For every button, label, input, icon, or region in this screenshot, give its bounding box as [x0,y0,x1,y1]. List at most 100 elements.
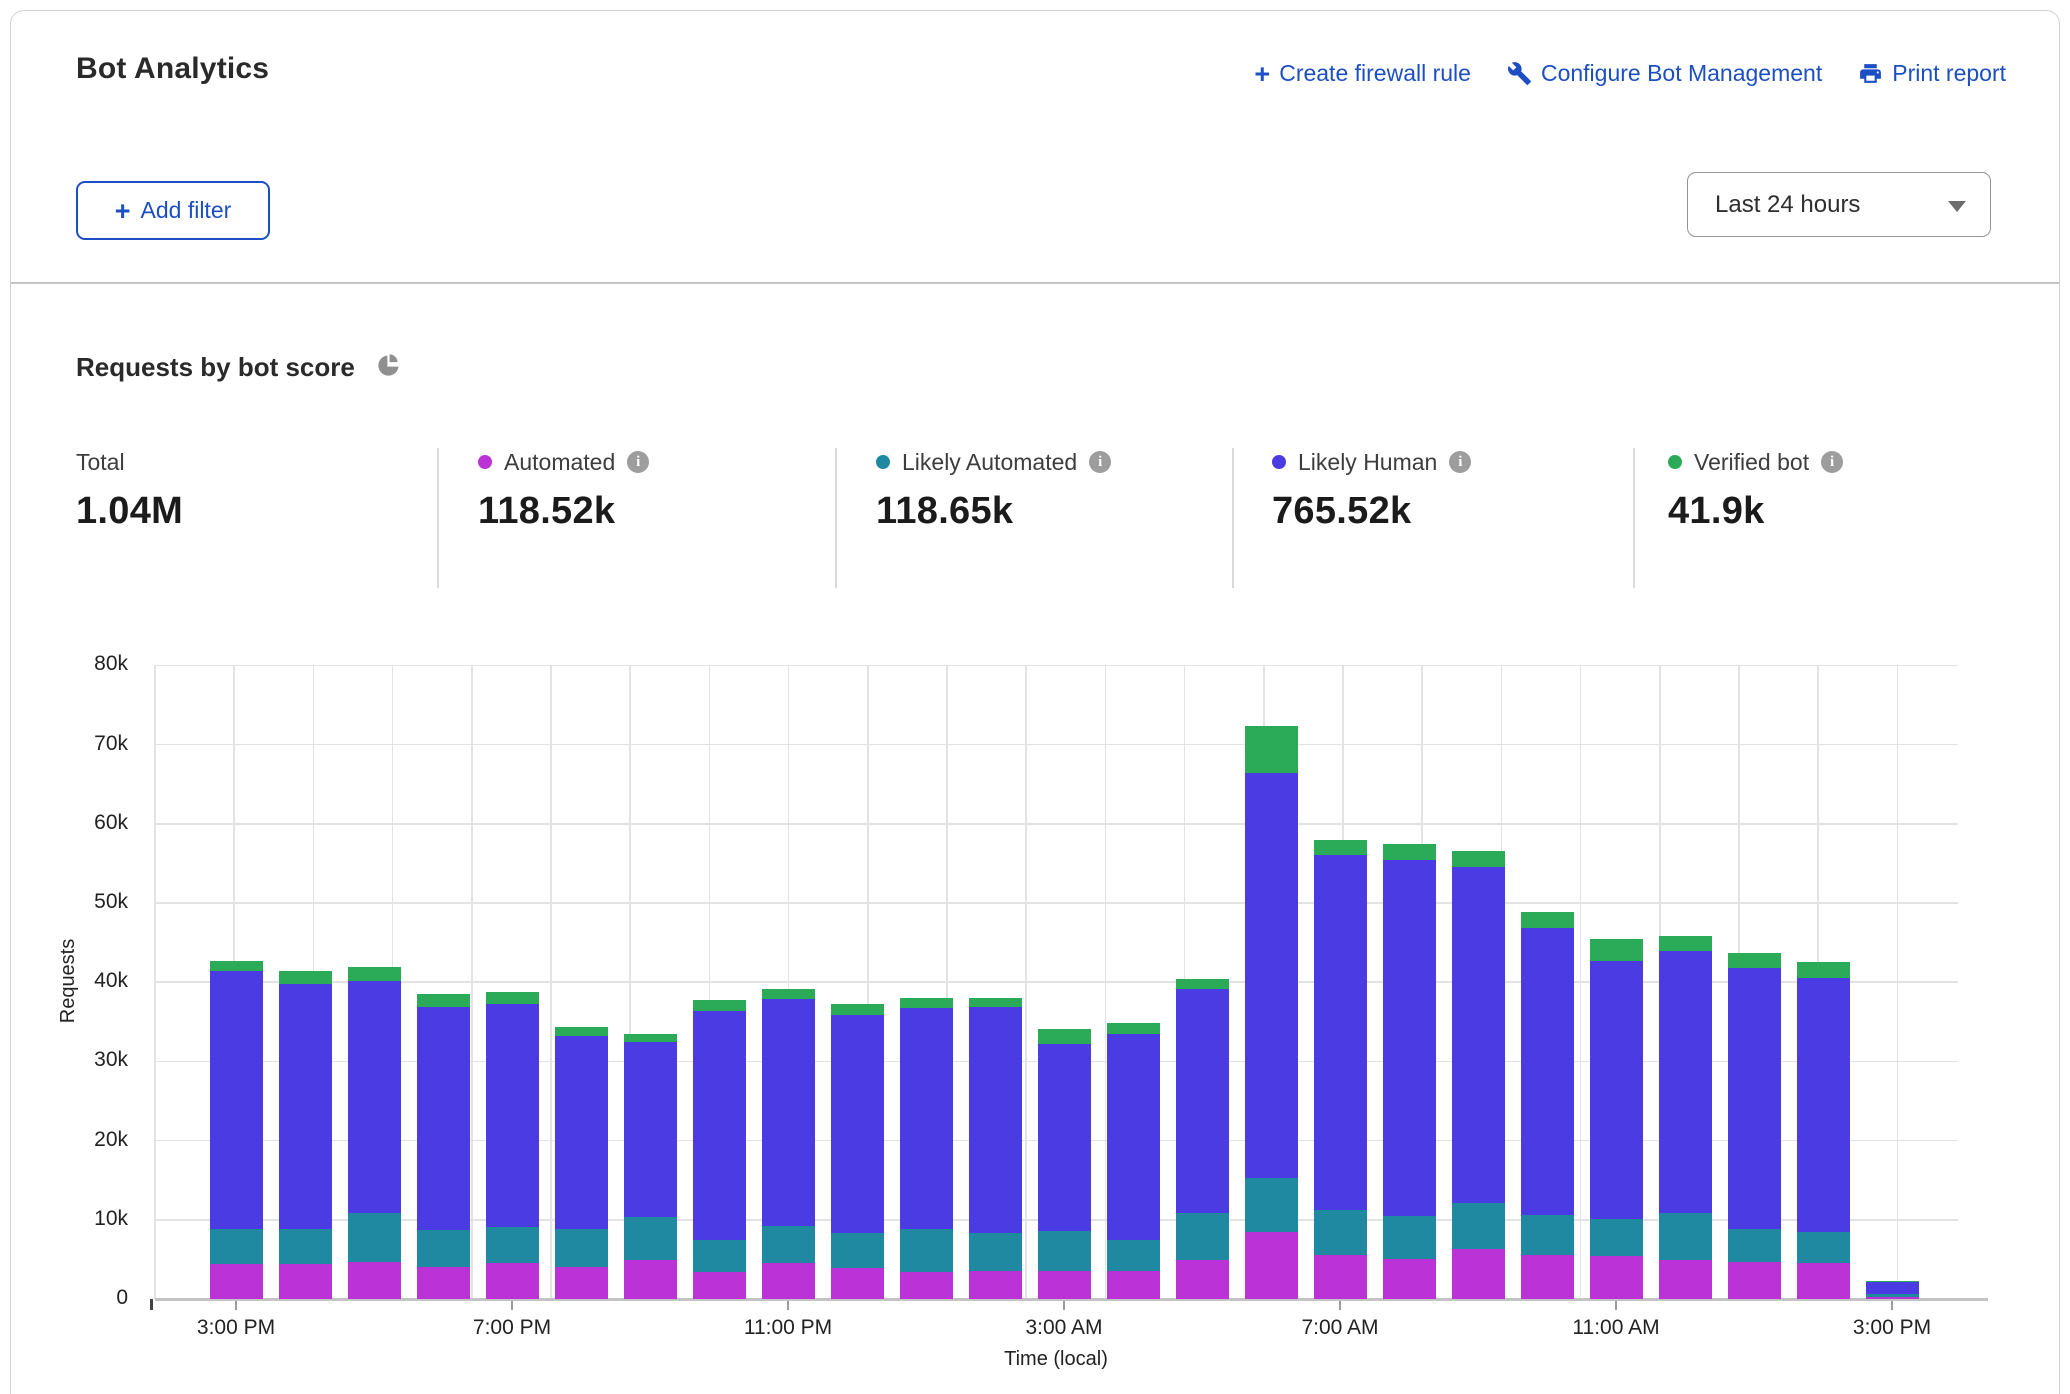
bar-segment-verified-bot [1452,851,1505,867]
bar-segment-verified-bot [1107,1023,1160,1034]
bar-segment-automated [555,1267,608,1299]
bar-segment-automated [1866,1297,1919,1299]
print-report-link[interactable]: Print report [1858,60,2006,87]
info-icon[interactable]: i [1089,451,1111,473]
bar-group[interactable] [762,989,815,1299]
bar-segment-verified-bot [831,1004,884,1015]
x-axis-tick-label: 3:00 AM [994,1316,1134,1340]
stat-automated-label: Automated [504,449,615,476]
bar-group[interactable] [348,967,401,1299]
bar-group[interactable] [1107,1023,1160,1299]
bar-group[interactable] [1383,844,1436,1299]
x-axis-tick-label: 11:00 AM [1546,1316,1686,1340]
bar-segment-likely-automated [1176,1213,1229,1261]
y-axis-tick-label: 70k [0,732,128,756]
create-firewall-rule-link[interactable]: + Create firewall rule [1254,60,1471,87]
stat-divider [1633,448,1635,588]
bar-segment-likely-automated [486,1227,539,1263]
stat-likely-automated-value: 118.65k [876,490,1111,533]
bar-segment-likely-automated [1659,1213,1712,1260]
bar-segment-likely-automated [1452,1203,1505,1249]
bar-segment-automated [762,1263,815,1299]
page-title: Bot Analytics [76,52,269,86]
bar-group[interactable] [1590,939,1643,1299]
bar-group[interactable] [486,992,539,1299]
bar-segment-likely-automated [348,1213,401,1261]
info-icon[interactable]: i [1821,451,1843,473]
bar-segment-likely-automated [210,1229,263,1264]
bar-group[interactable] [1038,1029,1091,1299]
bar-group[interactable] [1452,851,1505,1299]
stat-automated-value: 118.52k [478,490,649,533]
bar-group[interactable] [1245,726,1298,1299]
configure-bot-management-label: Configure Bot Management [1541,60,1822,87]
x-axis-tick [1063,1301,1065,1310]
bar-segment-automated [486,1263,539,1299]
y-axis-tick-label: 10k [0,1207,128,1231]
create-firewall-rule-label: Create firewall rule [1279,60,1471,87]
bar-segment-likely-human [1176,989,1229,1213]
bar-segment-likely-human [1728,968,1781,1229]
bar-segment-likely-human [1245,773,1298,1178]
stat-divider [1232,448,1234,588]
bar-segment-likely-human [210,971,263,1229]
time-range-select[interactable]: Last 24 hours [1687,172,1991,237]
add-filter-button[interactable]: + Add filter [76,181,270,240]
pie-chart-icon [375,352,402,384]
x-axis-tick [235,1301,237,1310]
bar-segment-likely-automated [1383,1216,1436,1259]
info-icon[interactable]: i [627,451,649,473]
bar-group[interactable] [969,998,1022,1299]
bar-group[interactable] [1176,979,1229,1299]
bar-group[interactable] [417,994,470,1299]
y-axis-tick-label: 60k [0,811,128,835]
bar-segment-verified-bot [969,998,1022,1007]
stat-divider [437,448,439,588]
bar-group[interactable] [624,1034,677,1299]
bar-group[interactable] [210,961,263,1299]
info-icon[interactable]: i [1449,451,1471,473]
stat-likely-automated-label: Likely Automated [902,449,1077,476]
bar-segment-verified-bot [1797,962,1850,978]
bar-segment-likely-automated [1038,1231,1091,1271]
bar-group[interactable] [1728,953,1781,1299]
bar-segment-likely-human [1797,978,1850,1231]
x-axis-tick-label: 3:00 PM [166,1316,306,1340]
bar-segment-verified-bot [1314,840,1367,856]
bar-group[interactable] [1521,912,1574,1299]
bar-group[interactable] [555,1027,608,1299]
bar-segment-automated [1521,1255,1574,1299]
bar-group[interactable] [1659,936,1712,1299]
bar-segment-likely-automated [969,1233,1022,1271]
bar-segment-likely-automated [762,1226,815,1263]
bar-segment-likely-automated [900,1229,953,1272]
bar-group[interactable] [831,1004,884,1299]
likely-human-legend-dot [1272,455,1286,469]
stat-divider [835,448,837,588]
bar-segment-verified-bot [1521,912,1574,928]
bar-segment-likely-human [1314,855,1367,1209]
bar-segment-automated [1590,1256,1643,1299]
bar-group[interactable] [1314,840,1367,1299]
bar-segment-automated [1176,1260,1229,1299]
bar-group[interactable] [693,1000,746,1299]
bar-segment-likely-automated [1245,1178,1298,1232]
bar-group[interactable] [1797,962,1850,1299]
bar-segment-automated [1314,1255,1367,1299]
y-axis-tick-label: 80k [0,652,128,676]
bar-segment-verified-bot [1038,1029,1091,1044]
bar-segment-likely-human [1107,1034,1160,1239]
bar-group[interactable] [900,998,953,1299]
bar-segment-automated [969,1271,1022,1299]
x-axis-title: Time (local) [986,1348,1126,1371]
configure-bot-management-link[interactable]: Configure Bot Management [1507,60,1822,87]
bar-segment-likely-automated [1590,1219,1643,1256]
x-axis-tick [1339,1301,1341,1310]
bar-segment-likely-human [969,1007,1022,1233]
bar-group[interactable] [1866,1281,1919,1299]
bar-segment-automated [1107,1271,1160,1299]
bar-segment-likely-human [762,999,815,1226]
bot-analytics-page: Bot Analytics + Create firewall rule Con… [0,0,2070,1394]
bar-segment-verified-bot [210,961,263,971]
bar-group[interactable] [279,971,332,1299]
